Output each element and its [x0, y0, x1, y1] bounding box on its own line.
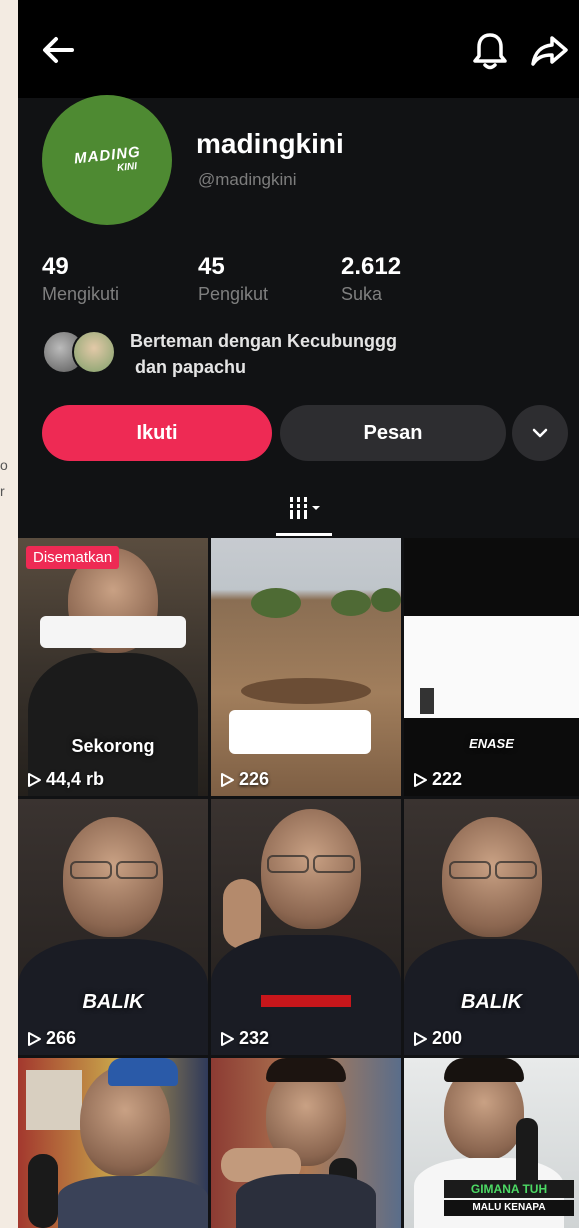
- edge-char: o: [0, 457, 8, 473]
- video-tile[interactable]: 232: [211, 799, 401, 1055]
- bell-icon[interactable]: [470, 30, 510, 77]
- view-count-text: 232: [239, 1028, 270, 1048]
- friend-avatar: [72, 330, 116, 374]
- tree-shape: [371, 588, 401, 612]
- username: madingkini: [196, 128, 344, 159]
- view-count: 232: [219, 1028, 269, 1049]
- video-caption-2: MALU KENAPA: [444, 1200, 574, 1216]
- video-tile[interactable]: [211, 1058, 401, 1228]
- caption-card: [40, 616, 186, 648]
- likes-count: 2.612: [341, 253, 402, 280]
- view-count: 266: [26, 1028, 76, 1049]
- tree-shape: [331, 590, 371, 616]
- view-count-text: 44,4 rb: [46, 769, 105, 789]
- followers-label[interactable]: Pengikut: [198, 284, 268, 305]
- follow-button[interactable]: Ikuti: [42, 405, 272, 461]
- video-tile[interactable]: [18, 1058, 208, 1228]
- play-icon: [221, 1031, 234, 1046]
- mutual-friends-line1: Berteman dengan Kecubunggg: [130, 331, 398, 351]
- share-arrow-icon[interactable]: [530, 30, 570, 75]
- view-count-text: 266: [46, 1028, 77, 1048]
- video-tile[interactable]: BALIK 266: [18, 799, 208, 1055]
- video-caption: GIMANA TUH: [470, 1182, 548, 1196]
- avatar[interactable]: MADING KINI: [42, 95, 172, 225]
- message-button[interactable]: Pesan: [280, 405, 506, 461]
- following-count[interactable]: 49: [42, 253, 69, 281]
- background-edge-text: o r: [0, 452, 18, 504]
- grid-bars-icon: [289, 497, 320, 519]
- tab-indicator: [276, 533, 332, 536]
- video-caption: BALIK: [460, 991, 523, 1013]
- mutual-friends-avatars[interactable]: [42, 330, 138, 374]
- view-count: 44,4 rb: [26, 769, 104, 790]
- caption-card: [229, 710, 371, 754]
- poster-shape: [26, 1070, 82, 1130]
- hair-shape: [444, 1058, 524, 1082]
- video-tile[interactable]: GIMANA TUH MALU KENAPA: [404, 1058, 579, 1228]
- video-tile[interactable]: 226: [211, 538, 401, 796]
- video-caption: Sekorong: [71, 736, 155, 756]
- play-icon: [414, 772, 427, 787]
- avatar-logo-subtext: KINI: [116, 160, 138, 175]
- mutual-friends-line2: dan papachu: [135, 357, 247, 377]
- handle: @madingkini: [198, 170, 297, 189]
- video-caption: BALIK: [82, 991, 144, 1013]
- red-caption-bar: [261, 995, 351, 1007]
- tree-shape: [251, 588, 301, 618]
- view-count: 222: [412, 769, 462, 790]
- video-tile[interactable]: Disematkan Sekorong 44,4 rb: [18, 538, 208, 796]
- edge-char: r: [0, 483, 5, 499]
- top-bar: [18, 0, 579, 98]
- followers-count[interactable]: 45: [198, 253, 225, 281]
- video-caption: ENASE: [469, 736, 514, 751]
- following-label[interactable]: Mengikuti: [42, 284, 119, 305]
- microphone-shape: [28, 1154, 58, 1228]
- pinned-badge: Disematkan: [26, 546, 120, 569]
- cap-shape: [108, 1058, 178, 1086]
- view-count-text: 222: [432, 769, 463, 789]
- view-count: 200: [412, 1028, 462, 1049]
- profile-screen: MADING KINI madingkini @madingkini 49 Me…: [18, 0, 579, 1228]
- play-icon: [221, 772, 234, 787]
- play-icon: [414, 1031, 427, 1046]
- view-count-text: 200: [432, 1028, 463, 1048]
- mutual-friends-text[interactable]: Berteman dengan Kecubunggg dan papachu: [130, 328, 397, 380]
- video-tile[interactable]: ENASE 222: [404, 538, 579, 796]
- figure-shape: [420, 688, 434, 714]
- caption-bar: GIMANA TUH: [444, 1180, 574, 1198]
- hair-shape: [266, 1058, 346, 1082]
- more-button[interactable]: [512, 405, 568, 461]
- play-icon: [28, 1031, 41, 1046]
- pit-shape: [241, 678, 371, 704]
- view-count: 226: [219, 769, 269, 790]
- chevron-down-icon: [532, 428, 548, 438]
- video-tile[interactable]: BALIK 200: [404, 799, 579, 1055]
- view-count-text: 226: [239, 769, 270, 789]
- videos-tab[interactable]: [288, 493, 324, 528]
- play-icon: [28, 772, 41, 787]
- arrow-left-icon[interactable]: [38, 30, 78, 75]
- likes-label: Suka: [341, 284, 383, 304]
